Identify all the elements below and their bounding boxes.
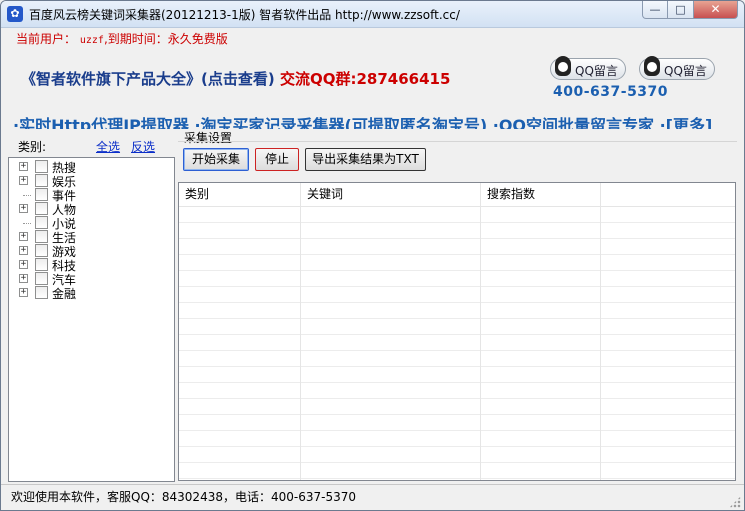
table-row[interactable] bbox=[179, 223, 735, 239]
table-row[interactable] bbox=[179, 255, 735, 271]
phone-number: 400-637-5370 bbox=[553, 84, 669, 100]
user-info: 当前用户： uzzf,到期时间：永久免费版 bbox=[16, 30, 228, 47]
products-link[interactable]: 《智者软件旗下产品大全》(点击查看) 交流QQ群:287466415 bbox=[21, 68, 450, 89]
category-label: 类别: bbox=[18, 140, 47, 154]
table-row[interactable] bbox=[179, 271, 735, 287]
qq-message-button-2[interactable]: QQ留言 bbox=[639, 56, 715, 80]
invert-select-link[interactable]: 反选 bbox=[131, 138, 155, 155]
category-panel: 类别: 全选 反选 + 热搜 + 娱乐 事件 + 人物 小说 + 生活 + 游戏 + 科技 + 汽车 + 金融 bbox=[8, 132, 175, 482]
column-divider bbox=[480, 207, 481, 480]
table-row[interactable] bbox=[179, 287, 735, 303]
user-expiry: ,到期时间：永久免费版 bbox=[103, 32, 228, 46]
marquee-text: ·实时Http代理IP提取器 ·淘宝买家记录采集器(可提取匿名淘宝号) ·QQ空… bbox=[13, 116, 713, 129]
status-text: 欢迎使用本软件，客服QQ：84302438，电话：400-637-5370 bbox=[11, 490, 356, 504]
qq-penguin-icon bbox=[555, 56, 571, 76]
settings-divider bbox=[178, 141, 737, 142]
qq-message-button-1[interactable]: QQ留言 bbox=[550, 56, 626, 80]
table-row[interactable] bbox=[179, 431, 735, 447]
tree-connector bbox=[23, 223, 31, 224]
results-table[interactable]: 类别 关键词 搜索指数 bbox=[178, 182, 736, 481]
settings-group-label: 采集设置 bbox=[184, 131, 233, 145]
column-divider bbox=[300, 207, 301, 480]
select-all-link[interactable]: 全选 bbox=[96, 138, 120, 155]
close-button[interactable]: ✕ bbox=[694, 1, 738, 19]
minimize-button[interactable]: — bbox=[642, 1, 668, 19]
qq-group-text: 交流QQ群:287466415 bbox=[279, 70, 451, 88]
expand-icon[interactable]: + bbox=[19, 260, 28, 269]
column-divider bbox=[600, 207, 601, 480]
status-bar: 欢迎使用本软件，客服QQ：84302438，电话：400-637-5370 bbox=[1, 484, 744, 510]
title-bar[interactable]: ✿ 百度风云榜关键词采集器(20121213-1版) 智者软件出品 http:/… bbox=[1, 1, 744, 28]
table-row[interactable] bbox=[179, 399, 735, 415]
user-name: uzzf bbox=[79, 35, 104, 46]
qq-message-label-1: QQ留言 bbox=[575, 64, 618, 78]
start-collect-button[interactable]: 开始采集 bbox=[183, 148, 249, 171]
category-checkbox[interactable] bbox=[35, 230, 48, 243]
product-marquee[interactable]: ·实时Http代理IP提取器 ·淘宝买家记录采集器(可提取匿名淘宝号) ·QQ空… bbox=[13, 111, 735, 129]
maximize-button[interactable]: □ bbox=[668, 1, 694, 19]
user-prefix: 当前用户： bbox=[16, 32, 77, 46]
expand-icon[interactable]: + bbox=[19, 204, 28, 213]
column-header-keyword[interactable]: 关键词 bbox=[301, 183, 481, 206]
tree-connector bbox=[23, 195, 31, 196]
maximize-icon: □ bbox=[675, 3, 686, 16]
category-tree[interactable]: + 热搜 + 娱乐 事件 + 人物 小说 + 生活 + 游戏 + 科技 + 汽车 + 金融 bbox=[8, 157, 175, 482]
category-checkbox[interactable] bbox=[35, 286, 48, 299]
category-checkbox[interactable] bbox=[35, 202, 48, 215]
stop-button[interactable]: 停止 bbox=[255, 148, 299, 171]
table-row[interactable] bbox=[179, 319, 735, 335]
category-label: 金融 bbox=[52, 287, 77, 301]
window-title: 百度风云榜关键词采集器(20121213-1版) 智者软件出品 http://w… bbox=[29, 8, 460, 22]
expand-icon[interactable]: + bbox=[19, 162, 28, 171]
qq-penguin-icon bbox=[644, 56, 660, 76]
table-row[interactable] bbox=[179, 303, 735, 319]
table-body bbox=[179, 207, 735, 480]
category-checkbox[interactable] bbox=[35, 188, 48, 201]
table-row[interactable] bbox=[179, 239, 735, 255]
app-paw-icon: ✿ bbox=[7, 6, 23, 22]
minimize-icon: — bbox=[649, 3, 661, 16]
close-icon: ✕ bbox=[710, 2, 721, 16]
category-checkbox[interactable] bbox=[35, 244, 48, 257]
category-checkbox[interactable] bbox=[35, 160, 48, 173]
table-row[interactable] bbox=[179, 415, 735, 431]
products-link-text: 《智者软件旗下产品大全》(点击查看) bbox=[21, 70, 275, 88]
table-row[interactable] bbox=[179, 351, 735, 367]
table-header: 类别 关键词 搜索指数 bbox=[179, 183, 735, 207]
category-checkbox[interactable] bbox=[35, 216, 48, 229]
expand-icon[interactable]: + bbox=[19, 274, 28, 283]
table-row[interactable] bbox=[179, 335, 735, 351]
table-row[interactable] bbox=[179, 383, 735, 399]
table-row[interactable] bbox=[179, 207, 735, 223]
table-row[interactable] bbox=[179, 367, 735, 383]
qq-message-label-2: QQ留言 bbox=[664, 64, 707, 78]
expand-icon[interactable]: + bbox=[19, 288, 28, 297]
expand-icon[interactable]: + bbox=[19, 176, 28, 185]
main-window: ✿ 百度风云榜关键词采集器(20121213-1版) 智者软件出品 http:/… bbox=[0, 0, 745, 511]
resize-grip-icon[interactable] bbox=[729, 496, 741, 508]
category-checkbox[interactable] bbox=[35, 258, 48, 271]
category-checkbox[interactable] bbox=[35, 174, 48, 187]
window-controls: — □ ✕ bbox=[642, 1, 738, 20]
table-row[interactable] bbox=[179, 447, 735, 463]
column-header-search-index[interactable]: 搜索指数 bbox=[481, 183, 601, 206]
table-row[interactable] bbox=[179, 463, 735, 479]
category-checkbox[interactable] bbox=[35, 272, 48, 285]
column-header-category[interactable]: 类别 bbox=[179, 183, 301, 206]
export-txt-button[interactable]: 导出采集结果为TXT bbox=[305, 148, 426, 171]
expand-icon[interactable]: + bbox=[19, 246, 28, 255]
expand-icon[interactable]: + bbox=[19, 232, 28, 241]
